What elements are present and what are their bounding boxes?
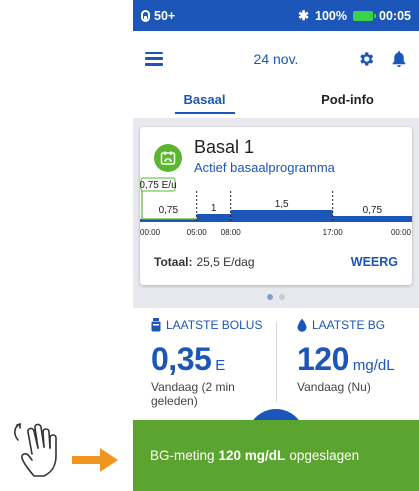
- insulin-vial-icon: [151, 318, 161, 332]
- basal-segment-label: 0,75: [363, 205, 383, 216]
- last-bolus-heading: LAATSTE BOLUS: [166, 318, 263, 332]
- phone-screen: 50+ ✱ 100% 00:05 24 nov. Basaal Pod-info…: [133, 0, 419, 491]
- active-tab-indicator: [175, 111, 235, 114]
- total-value: 25,5 E/dag: [196, 255, 255, 269]
- tab-pod-info[interactable]: Pod-info: [276, 86, 419, 118]
- current-rate-text: 0,75 E/u: [140, 180, 177, 191]
- basal-rate-chart: 0,75 1 1,5 0,75 0,75 E/u 00:00 05:00 08:00 17:00…: [140, 177, 412, 237]
- status-bar: 50+ ✱ 100% 00:05: [133, 0, 419, 31]
- last-bg-time: Vandaag (Nu): [297, 380, 371, 394]
- tab-bar: Basaal Pod-info: [133, 86, 419, 118]
- battery-icon: [353, 10, 377, 21]
- bluetooth-icon: ✱: [298, 7, 310, 23]
- x-tick-label: 00:00: [391, 228, 412, 237]
- basal-program-card: Basal 1 Actief basaalprogramma 0,75 1 1,5 0…: [140, 127, 412, 285]
- view-button[interactable]: WEERG: [351, 255, 398, 269]
- x-tick-label: 05:00: [187, 228, 208, 237]
- basal-segment-label: 1,5: [275, 199, 289, 210]
- program-name: Basal 1: [194, 137, 255, 157]
- toast-prefix: BG-meting: [150, 448, 215, 463]
- x-tick-label: 00:00: [140, 228, 161, 237]
- gear-icon[interactable]: [357, 50, 375, 68]
- last-bg-heading: LAATSTE BG: [312, 318, 386, 332]
- clock: 00:05: [379, 8, 411, 23]
- pod-reservoir-text: 50+: [154, 8, 176, 23]
- last-bolus-section: LAATSTE BOLUS 0,35 E Vandaag (2 min gele…: [151, 318, 281, 408]
- x-tick-label: 17:00: [323, 228, 344, 237]
- basal-segment-label: 0,75: [159, 205, 179, 216]
- basal-segment-label: 1: [211, 203, 217, 214]
- hamburger-icon[interactable]: [145, 51, 163, 66]
- screenshot-stage: 50+ ✱ 100% 00:05 24 nov. Basaal Pod-info…: [0, 0, 419, 491]
- toast-value: 120 mg/dL: [218, 448, 286, 463]
- gesture-hint: [14, 423, 118, 477]
- arrow-right-icon: [72, 448, 118, 472]
- page-indicator: [133, 294, 419, 300]
- x-tick-label: 08:00: [221, 228, 242, 237]
- last-bg-section: LAATSTE BG 120 mg/dL Vandaag (Nu): [297, 318, 419, 394]
- page-dot-2[interactable]: [279, 294, 285, 300]
- total-label: Totaal:: [154, 255, 193, 269]
- last-bg-value: 120: [297, 341, 349, 377]
- pod-icon: [141, 9, 150, 22]
- bell-icon[interactable]: [391, 50, 407, 68]
- last-bg-unit: mg/dL: [352, 357, 395, 374]
- last-values-panel: LAATSTE BOLUS 0,35 E Vandaag (2 min gele…: [133, 308, 419, 422]
- basal-segment-bar: [332, 216, 412, 222]
- program-status: Actief basaalprogramma: [194, 160, 335, 175]
- page-dot-1[interactable]: [267, 294, 273, 300]
- last-bolus-value: 0,35: [151, 341, 212, 377]
- last-bolus-unit: E: [215, 357, 226, 374]
- panel-divider: [276, 322, 277, 402]
- blood-drop-icon: [297, 318, 307, 332]
- basal-segment-bar: [196, 214, 231, 222]
- confirmation-toast: BG-meting 120 mg/dL opgeslagen: [133, 420, 419, 491]
- last-bolus-time: Vandaag (2 min geleden): [151, 380, 235, 408]
- swipe-up-hand-icon: [14, 423, 57, 477]
- app-bar: 24 nov.: [133, 31, 419, 86]
- basal-program-icon: [154, 144, 182, 172]
- basal-segment-bar: [230, 210, 333, 222]
- toast-suffix: opgeslagen: [289, 448, 360, 463]
- battery-percent: 100%: [315, 8, 348, 23]
